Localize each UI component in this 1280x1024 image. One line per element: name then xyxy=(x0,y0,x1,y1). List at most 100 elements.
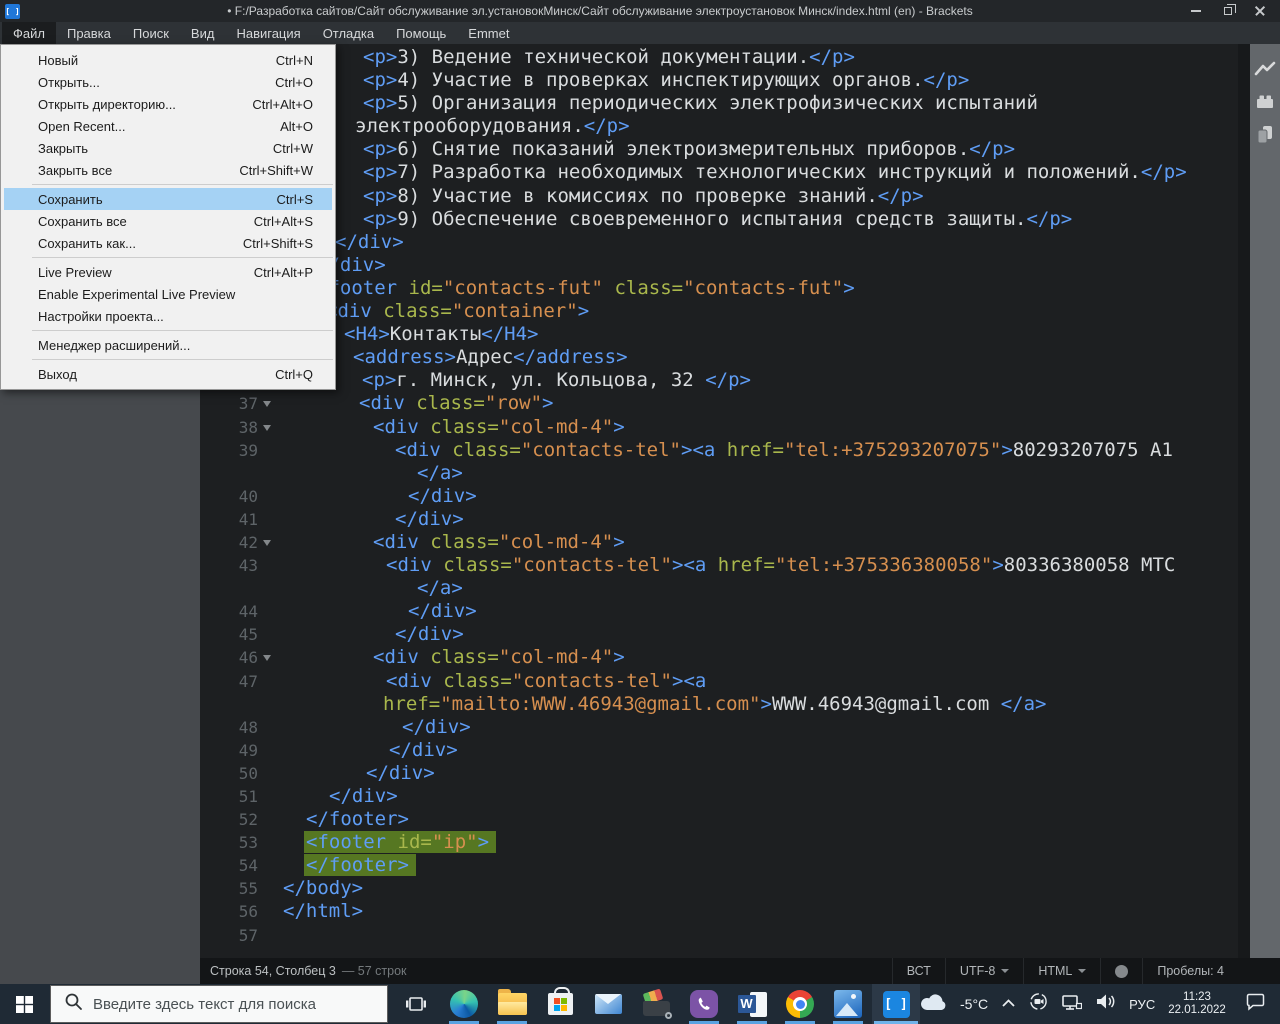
taskbar-photos-icon[interactable] xyxy=(824,984,872,1024)
restore-icon[interactable] xyxy=(1212,0,1244,22)
code-line[interactable]: 55 </body> xyxy=(200,877,1238,900)
menu-item-open-recent-[interactable]: Open Recent... Alt+O xyxy=(1,115,335,137)
menu-item-закрыть[interactable]: Закрыть Ctrl+W xyxy=(1,137,335,159)
menu-item-5[interactable]: Отладка xyxy=(312,22,385,44)
taskbar-file-explorer-icon[interactable] xyxy=(488,984,536,1024)
indentation-setting[interactable]: Пробелы: 4 xyxy=(1142,958,1238,984)
taskbar-chrome-icon[interactable] xyxy=(776,984,824,1024)
code-line[interactable]: 29<p>9) Обеспечение своевременного испыт… xyxy=(200,208,1238,231)
volume-icon[interactable] xyxy=(1095,993,1116,1015)
code-line[interactable]: 51 </div> xyxy=(200,785,1238,808)
taskbar-edge-icon[interactable] xyxy=(440,984,488,1024)
temperature-indicator[interactable]: -5°C xyxy=(960,996,988,1012)
minimize-icon[interactable] xyxy=(1180,0,1212,22)
code-line[interactable]: 31</div> xyxy=(200,254,1238,277)
fold-arrow-icon[interactable] xyxy=(263,655,271,662)
code-line[interactable]: 42 <div class="col-md-4"> xyxy=(200,531,1238,554)
taskbar-mail-icon[interactable] xyxy=(584,984,632,1024)
editor-scrollbar[interactable] xyxy=(1238,44,1250,958)
code-line[interactable]: 33<div class="container"> xyxy=(200,300,1238,323)
menu-item-2[interactable]: Поиск xyxy=(122,22,180,44)
network-icon[interactable] xyxy=(1061,993,1083,1016)
menu-item-закрыть-все[interactable]: Закрыть все Ctrl+Shift+W xyxy=(1,159,335,181)
code-line[interactable]: 50 </div> xyxy=(200,762,1238,785)
code-line[interactable]: 57 xyxy=(200,924,1238,947)
code-line[interactable]: 23<p>3) Ведение технической документации… xyxy=(200,46,1238,69)
clock[interactable]: 11:23 22.01.2022 xyxy=(1168,991,1226,1018)
code-editor[interactable]: 23<p>3) Ведение технической документации… xyxy=(200,44,1238,958)
action-center-icon[interactable] xyxy=(1245,992,1266,1016)
code-line[interactable]: href="mailto:WWW.46943@gmail.com">WWW.46… xyxy=(200,693,1238,716)
menu-item-1[interactable]: Правка xyxy=(56,22,122,44)
code-line[interactable]: 40 </div> xyxy=(200,485,1238,508)
search-input[interactable] xyxy=(93,995,387,1013)
code-line[interactable]: </a> xyxy=(200,577,1238,600)
menu-item-сохранить-как-[interactable]: Сохранить как... Ctrl+Shift+S xyxy=(1,232,335,254)
code-line[interactable]: 37 <div class="row"> xyxy=(200,392,1238,415)
task-view-icon[interactable] xyxy=(392,984,440,1024)
menu-item-сохранить[interactable]: Сохранить Ctrl+S xyxy=(4,188,332,210)
meet-now-icon[interactable] xyxy=(1029,992,1048,1016)
code-line[interactable]: 44 </div> xyxy=(200,600,1238,623)
code-line[interactable]: 52 </footer> xyxy=(200,808,1238,831)
live-preview-icon[interactable] xyxy=(1254,60,1276,78)
start-button[interactable] xyxy=(0,984,48,1024)
menu-item-открыть-директорию-[interactable]: Открыть директорию... Ctrl+Alt+O xyxy=(1,93,335,115)
menu-item-live-preview[interactable]: Live Preview Ctrl+Alt+P xyxy=(1,261,335,283)
code-line[interactable]: 39 <div class="contacts-tel"><a href="tel… xyxy=(200,439,1238,462)
code-line[interactable]: </a> xyxy=(200,462,1238,485)
code-line[interactable]: 30</div> xyxy=(200,231,1238,254)
code-line[interactable]: 24<p>4) Участие в проверках инспектирующ… xyxy=(200,69,1238,92)
fold-arrow-icon[interactable] xyxy=(263,401,271,408)
menu-item-новый[interactable]: Новый Ctrl+N xyxy=(1,49,335,71)
code-line[interactable]: 43 <div class="contacts-tel"><a href="tel… xyxy=(200,554,1238,577)
code-line[interactable]: 34<H4>Контакты</H4> xyxy=(200,323,1238,346)
snippets-icon[interactable] xyxy=(1254,124,1276,144)
code-line[interactable]: 35<address>Адрес</address> xyxy=(200,346,1238,369)
taskbar-wallet-icon[interactable] xyxy=(632,984,680,1024)
fold-arrow-icon[interactable] xyxy=(263,539,271,546)
code-line[interactable]: 54 </footer> xyxy=(200,854,1238,877)
code-line[interactable]: 36<p>г. Минск, ул. Кольцова, 32 </p> xyxy=(200,369,1238,392)
lint-status[interactable] xyxy=(1100,958,1142,984)
menu-item-4[interactable]: Навигация xyxy=(225,22,311,44)
menu-item-менеджер-расширений-[interactable]: Менеджер расширений... xyxy=(1,334,335,356)
code-line[interactable]: 27<p>7) Разработка необходимых технологи… xyxy=(200,161,1238,184)
taskbar-word-icon[interactable] xyxy=(728,984,776,1024)
code-line[interactable]: 45 </div> xyxy=(200,623,1238,646)
taskbar-viber-icon[interactable] xyxy=(680,984,728,1024)
menu-item-выход[interactable]: Выход Ctrl+Q xyxy=(1,363,335,385)
close-icon[interactable] xyxy=(1244,0,1276,22)
menu-item-3[interactable]: Вид xyxy=(180,22,226,44)
chevron-up-icon[interactable] xyxy=(1001,995,1016,1013)
insert-mode-indicator[interactable]: ВСТ xyxy=(891,958,945,984)
menu-item-настройки-проекта-[interactable]: Настройки проекта... xyxy=(1,305,335,327)
extension-manager-icon[interactable] xyxy=(1254,92,1276,110)
menu-item-0[interactable]: Файл xyxy=(2,22,56,44)
weather-cloud-icon[interactable] xyxy=(920,993,947,1016)
code-line[interactable]: 32<footer id="contacts-fut" class="conta… xyxy=(200,277,1238,300)
code-line[interactable]: 47 <div class="contacts-tel"><a xyxy=(200,670,1238,693)
language-indicator[interactable]: РУС xyxy=(1129,997,1155,1012)
code-line[interactable]: 28<p>8) Участие в комиссиях по проверке … xyxy=(200,185,1238,208)
language-selector[interactable]: HTML xyxy=(1023,958,1100,984)
code-line[interactable]: 26<p>6) Снятие показаний электроизмерите… xyxy=(200,138,1238,161)
code-line[interactable]: электрооборудования.</p> xyxy=(200,115,1238,138)
taskbar-microsoft-store-icon[interactable] xyxy=(536,984,584,1024)
menu-item-открыть-[interactable]: Открыть... Ctrl+O xyxy=(1,71,335,93)
code-line[interactable]: 25<p>5) Организация периодических электр… xyxy=(200,92,1238,115)
menu-item-6[interactable]: Помощь xyxy=(385,22,457,44)
code-line[interactable]: 53 <footer id="ip"> xyxy=(200,831,1238,854)
code-line[interactable]: 56 </html> xyxy=(200,900,1238,923)
code-line[interactable]: 46 <div class="col-md-4"> xyxy=(200,646,1238,669)
menu-item-enable-experimental-live-preview[interactable]: Enable Experimental Live Preview xyxy=(1,283,335,305)
menu-emmet[interactable]: Emmet xyxy=(457,22,520,44)
code-line[interactable]: 41 </div> xyxy=(200,508,1238,531)
menu-item-сохранить-все[interactable]: Сохранить все Ctrl+Alt+S xyxy=(1,210,335,232)
code-line[interactable]: 49 </div> xyxy=(200,739,1238,762)
code-line[interactable]: 48 </div> xyxy=(200,716,1238,739)
taskbar-search[interactable] xyxy=(50,985,388,1023)
taskbar-brackets-icon[interactable] xyxy=(872,984,920,1024)
encoding-selector[interactable]: UTF-8 xyxy=(944,958,1023,984)
fold-arrow-icon[interactable] xyxy=(263,424,271,431)
